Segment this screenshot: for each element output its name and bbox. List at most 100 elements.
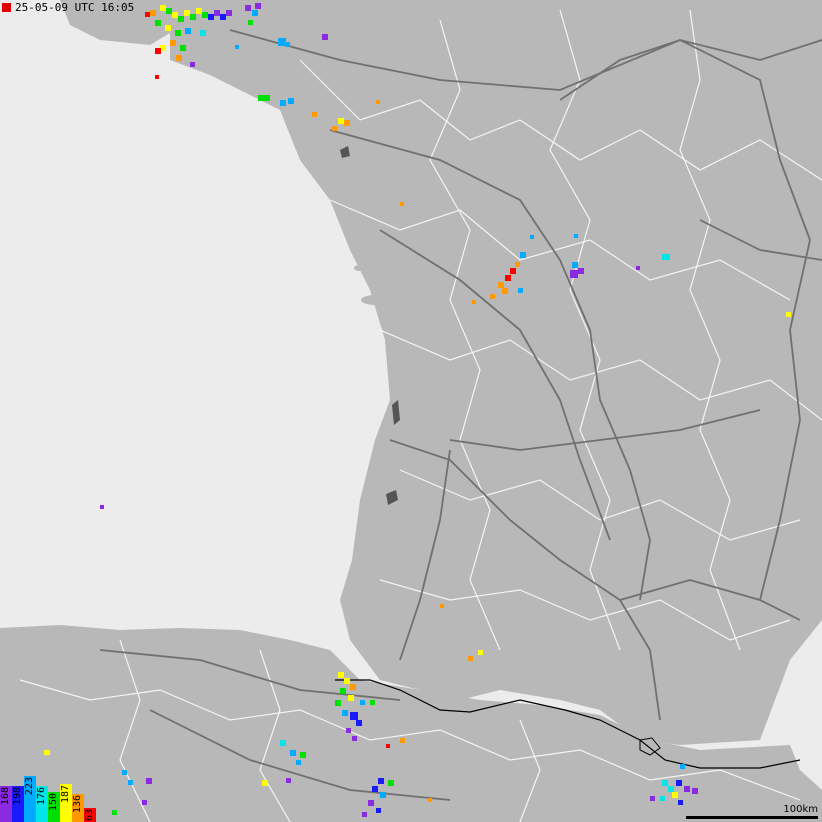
lightning-strike: [668, 786, 674, 792]
lightning-strike: [190, 62, 195, 67]
lightning-strike: [280, 740, 286, 746]
legend-item: 150: [48, 792, 60, 822]
lightning-strike: [400, 738, 405, 743]
lightning-strike: [312, 112, 317, 117]
lightning-strike: [184, 10, 190, 16]
lightning-strike: [386, 744, 390, 748]
lightning-strike: [185, 28, 191, 34]
lightning-strike: [300, 752, 306, 758]
lightning-strike: [662, 780, 668, 786]
lightning-strike: [335, 700, 341, 706]
lightning-strike: [338, 672, 344, 678]
lightning-strike: [280, 100, 286, 106]
lightning-strike: [214, 10, 220, 16]
lightning-strike: [570, 270, 578, 278]
lightning-strike: [208, 14, 214, 20]
live-marker-icon: [2, 3, 11, 12]
lightning-strike: [235, 45, 239, 49]
lightning-strike: [340, 688, 346, 694]
legend-item: 136: [72, 794, 84, 822]
scale-bar: 100km: [686, 804, 818, 819]
lightning-strike: [226, 10, 232, 16]
lightning-strike: [112, 810, 117, 815]
legend-item: 168: [0, 786, 12, 822]
lightning-strike: [338, 118, 344, 124]
lightning-strike: [142, 800, 147, 805]
lightning-strike: [352, 736, 357, 741]
lightning-strike: [368, 800, 374, 806]
lightning-strike: [692, 788, 698, 794]
lightning-strike: [370, 700, 375, 705]
lightning-strike: [786, 312, 791, 317]
lightning-strike: [278, 38, 286, 46]
lightning-strike: [165, 25, 171, 31]
lightning-strike: [662, 254, 670, 260]
lightning-strike: [202, 12, 208, 18]
lightning-strike: [122, 770, 127, 775]
lightning-strike: [196, 8, 202, 14]
lightning-strike: [155, 48, 161, 54]
lightning-strike: [360, 700, 365, 705]
lightning-strike: [572, 262, 578, 268]
lightning-strike: [518, 288, 523, 293]
lightning-strike: [362, 812, 367, 817]
lightning-strike: [332, 126, 337, 131]
lightning-strike: [678, 800, 683, 805]
lightning-strike: [344, 120, 350, 126]
island-oleron: [354, 265, 366, 271]
lightning-strike: [356, 720, 362, 726]
lightning-map[interactable]: [0, 0, 822, 822]
lightning-strike: [680, 764, 685, 769]
lightning-strike: [255, 3, 261, 9]
lightning-strike: [498, 282, 504, 288]
timestamp: 25-05-09 UTC 16:05: [2, 1, 134, 14]
lightning-strike: [400, 202, 404, 206]
lightning-strike: [172, 12, 178, 18]
lightning-strike: [684, 786, 690, 792]
lightning-strike: [288, 98, 294, 104]
lightning-strike: [376, 100, 380, 104]
lightning-strike: [178, 16, 184, 22]
lightning-strike: [650, 796, 655, 801]
lightning-strike: [510, 268, 516, 274]
lightning-strike: [166, 8, 172, 14]
lightning-strike: [578, 268, 584, 274]
lightning-strike: [145, 12, 150, 17]
legend-item: 223: [24, 776, 36, 822]
lightning-strike: [176, 55, 182, 61]
lightning-strike: [155, 75, 159, 79]
lightning-strike: [285, 42, 290, 47]
timestamp-text: 25-05-09 UTC 16:05: [15, 1, 135, 14]
lightning-strike: [520, 252, 526, 258]
lightning-strike: [676, 780, 682, 786]
lightning-strike: [264, 95, 270, 101]
lightning-strike: [468, 656, 473, 661]
lightning-strike: [530, 235, 534, 239]
lightning-strike: [175, 30, 181, 36]
lightning-strike: [150, 10, 156, 16]
lightning-strike: [502, 288, 508, 294]
lightning-strike: [170, 40, 176, 46]
lightning-strike: [155, 20, 161, 26]
lightning-strike: [100, 505, 104, 509]
lightning-strike: [472, 300, 476, 304]
lightning-strike: [372, 786, 378, 792]
color-legend: 168 198 223 176 150 187 136 63: [0, 776, 96, 822]
lightning-strike: [388, 780, 394, 786]
lightning-strike: [220, 14, 226, 20]
lightning-strike: [672, 792, 678, 798]
lightning-strike: [478, 650, 483, 655]
lightning-strike: [346, 728, 351, 733]
lightning-strike: [262, 780, 268, 786]
lightning-strike: [350, 712, 358, 720]
legend-item: 63: [84, 808, 96, 822]
lightning-strike: [180, 45, 186, 51]
lightning-strike: [258, 95, 264, 101]
lightning-strike: [348, 695, 354, 701]
scale-label: 100km: [783, 804, 818, 815]
lightning-strike: [350, 684, 356, 690]
lightning-strike: [574, 234, 578, 238]
lightning-strike: [252, 10, 258, 16]
lightning-strike: [146, 778, 152, 784]
lightning-strike: [378, 778, 384, 784]
